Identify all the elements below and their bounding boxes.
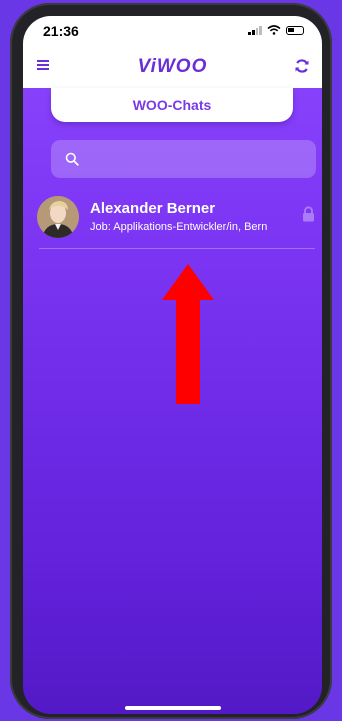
search-input[interactable] (87, 140, 311, 180)
status-time: 21:36 (43, 23, 79, 39)
search-bar[interactable] (51, 140, 316, 180)
chat-contact-name: Alexander Berner (90, 200, 216, 217)
tab-woo-chats[interactable]: WOO-Chats (51, 88, 293, 122)
refresh-icon[interactable] (294, 58, 310, 74)
chat-list-item[interactable]: Alexander Berner Job: Applikations-Entwi… (35, 192, 315, 249)
tab-label: WOO-Chats (132, 97, 212, 113)
red-arrow-annotation-icon (162, 264, 214, 404)
lock-icon (303, 206, 314, 222)
search-icon (65, 152, 79, 166)
phone-screen: 21:36 ViWOO WOO-Chats Alexander Berner J… (23, 16, 322, 714)
nav-bar: ViWOO (23, 46, 322, 88)
chat-divider (39, 248, 315, 249)
avatar (37, 196, 79, 238)
status-icons (248, 25, 304, 35)
battery-icon (286, 25, 304, 35)
app-title: ViWOO (137, 56, 208, 77)
home-indicator (125, 706, 221, 710)
signal-icon (248, 25, 262, 35)
wifi-icon (267, 25, 281, 35)
chat-contact-job: Job: Applikations-Entwickler/in, Bern (90, 221, 268, 233)
status-bar: 21:36 (23, 16, 322, 46)
page: 21:36 ViWOO WOO-Chats Alexander Berner J… (0, 0, 342, 721)
